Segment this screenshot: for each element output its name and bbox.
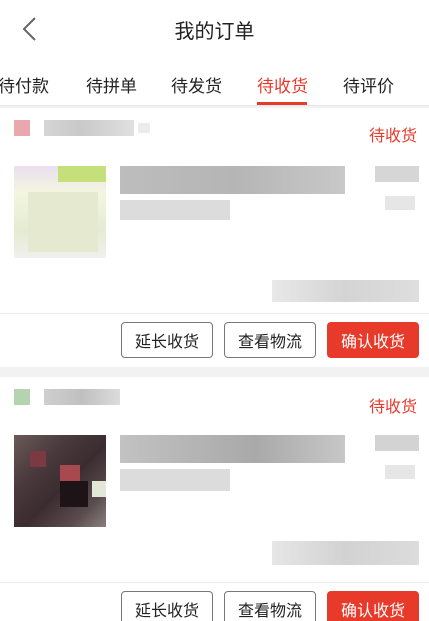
page-title: 我的订单 — [174, 19, 255, 43]
shop-avatar — [14, 120, 30, 136]
shop-name-redacted — [44, 389, 120, 405]
extend-receipt-button[interactable]: 延长收货 — [121, 591, 213, 621]
order-card[interactable]: 待收货 延长收货 查看物流 确认收货 — [0, 108, 429, 367]
shop-name-redacted — [44, 120, 134, 136]
order-total-redacted — [272, 541, 419, 565]
extend-receipt-button[interactable]: 延长收货 — [121, 322, 213, 358]
tab-pending-shipment[interactable]: 待发货 — [171, 72, 222, 97]
shop-avatar — [14, 389, 30, 405]
product-spec-redacted — [120, 200, 230, 220]
order-status: 待收货 — [368, 126, 417, 145]
active-tab-indicator — [257, 102, 307, 105]
order-total-redacted — [272, 280, 419, 302]
view-logistics-button[interactable]: 查看物流 — [224, 591, 316, 621]
order-status: 待收货 — [368, 397, 417, 416]
navigation-bar: 我的订单 — [0, 0, 429, 58]
order-status-tabs: 待付款 待拼单 待发货 待收货 待评价 — [0, 58, 429, 106]
order-card[interactable]: 待收货 延长收货 查看物流 确认收货 — [0, 377, 429, 621]
product-spec-redacted — [120, 469, 230, 491]
tab-pending-review[interactable]: 待评价 — [343, 72, 394, 97]
tab-pending-group[interactable]: 待拼单 — [86, 72, 137, 97]
product-title-redacted — [120, 166, 345, 194]
view-logistics-button[interactable]: 查看物流 — [224, 322, 316, 358]
tab-pending-payment[interactable]: 待付款 — [0, 72, 49, 97]
product-title-redacted — [120, 435, 345, 463]
confirm-receipt-button[interactable]: 确认收货 — [327, 322, 419, 358]
tab-pending-receipt[interactable]: 待收货 — [257, 72, 308, 97]
product-price-redacted — [375, 435, 419, 451]
confirm-receipt-button[interactable]: 确认收货 — [327, 591, 419, 621]
product-price-redacted — [375, 166, 419, 182]
